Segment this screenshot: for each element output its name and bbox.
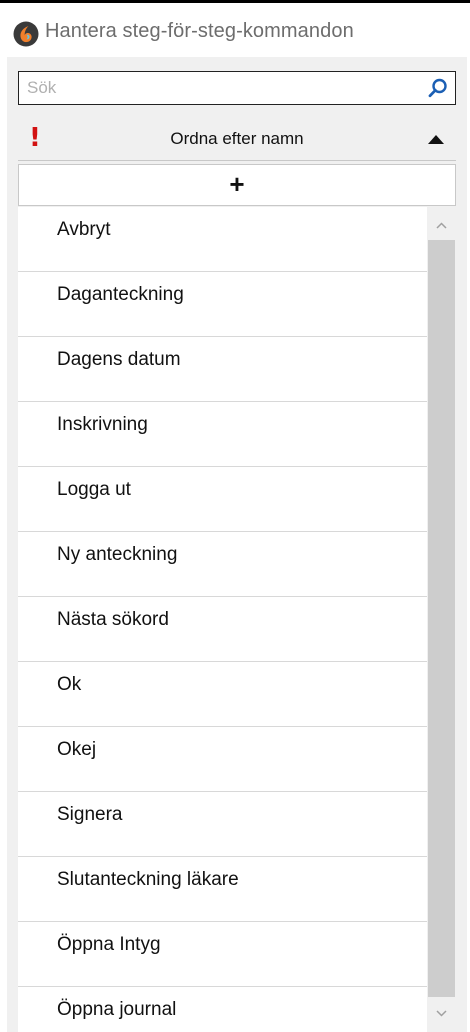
list-item-label: Signera bbox=[57, 804, 123, 825]
list-item[interactable]: Logga ut bbox=[18, 467, 427, 532]
list-item-label: Avbryt bbox=[57, 219, 111, 240]
list-item-label: Öppna Intyg bbox=[57, 934, 161, 955]
list-item[interactable]: Nästa sökord bbox=[18, 597, 427, 662]
window-title: Hantera steg-för-steg-kommandon bbox=[45, 20, 354, 42]
scroll-up-icon[interactable] bbox=[427, 209, 456, 239]
list-item-label: Ok bbox=[57, 674, 82, 695]
sort-ascending-icon[interactable] bbox=[428, 135, 444, 144]
list-item[interactable]: Signera bbox=[18, 792, 427, 857]
list-item-label: Inskrivning bbox=[57, 414, 148, 435]
search-icon[interactable] bbox=[427, 77, 449, 99]
scrollbar-thumb[interactable] bbox=[428, 240, 455, 997]
list-item[interactable]: Ok bbox=[18, 662, 427, 727]
list-item-label: Nästa sökord bbox=[57, 609, 169, 630]
vertical-scrollbar[interactable] bbox=[427, 207, 456, 1032]
add-command-button[interactable]: + bbox=[18, 164, 456, 206]
list-item-label: Slutanteckning läkare bbox=[57, 869, 239, 890]
list-item[interactable]: Slutanteckning läkare bbox=[18, 857, 427, 922]
title-bar: Hantera steg-för-steg-kommandon bbox=[0, 3, 470, 55]
list-item[interactable]: Öppna Intyg bbox=[18, 922, 427, 987]
sort-label[interactable]: Ordna efter namn bbox=[18, 129, 456, 149]
scroll-down-icon[interactable] bbox=[427, 999, 456, 1029]
list-item[interactable]: Dagens datum bbox=[18, 337, 427, 402]
list-item[interactable]: Öppna journal bbox=[18, 987, 427, 1032]
app-logo-icon bbox=[13, 21, 39, 47]
list-item-label: Logga ut bbox=[57, 479, 131, 500]
list-item-label: Öppna journal bbox=[57, 999, 177, 1020]
list-item[interactable]: Inskrivning bbox=[18, 402, 427, 467]
sort-header[interactable]: ! Ordna efter namn bbox=[18, 117, 456, 161]
command-list: Avbryt Daganteckning Dagens datum Inskri… bbox=[18, 207, 427, 1032]
search-box[interactable] bbox=[18, 71, 456, 105]
list-item[interactable]: Avbryt bbox=[18, 207, 427, 272]
list-item[interactable]: Ny anteckning bbox=[18, 532, 427, 597]
list-item-label: Daganteckning bbox=[57, 284, 184, 305]
list-item[interactable]: Okej bbox=[18, 727, 427, 792]
list-item-label: Okej bbox=[57, 739, 97, 760]
list-item-label: Dagens datum bbox=[57, 349, 181, 370]
list-item-label: Ny anteckning bbox=[57, 544, 178, 565]
add-icon: + bbox=[229, 169, 245, 199]
list-item[interactable]: Daganteckning bbox=[18, 272, 427, 337]
search-input[interactable] bbox=[19, 72, 419, 104]
